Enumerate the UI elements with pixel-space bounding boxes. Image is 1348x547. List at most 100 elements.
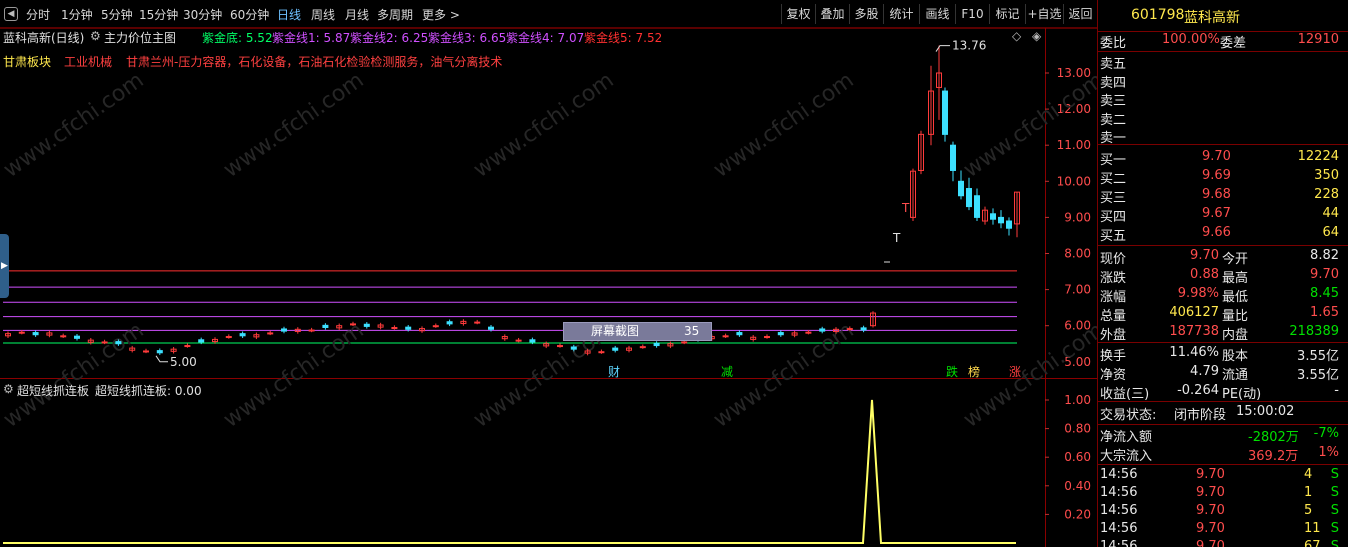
tab-fenshi[interactable]: 分时 [26, 6, 50, 23]
candle-body [570, 346, 577, 350]
trade-status-label: 交易状态: [1100, 408, 1157, 423]
buy-price: 9.66 [1202, 225, 1231, 240]
stat-value: 3.55亿 [1297, 349, 1339, 364]
indicator-settings-icon[interactable]: ⚙ [90, 29, 101, 43]
tick-volume: 67 [1304, 539, 1321, 547]
home-icon[interactable]: ◀ [4, 7, 18, 21]
stat-label: 股本 [1222, 349, 1249, 364]
candle-body [225, 336, 232, 339]
kline-canvas[interactable]: 13.0012.0011.0010.009.008.007.006.005.00… [0, 28, 1097, 547]
candle-body [18, 331, 25, 334]
tab-monthly[interactable]: 月线 [345, 6, 369, 23]
tool-f10[interactable]: F10 [955, 4, 989, 24]
y-tick-label: 10.00 [1057, 174, 1091, 188]
candle-body [990, 213, 996, 220]
candle-body [974, 195, 980, 218]
diamond-icon[interactable]: ◇ [1012, 29, 1021, 43]
y-tick-label: 9.00 [1064, 210, 1091, 224]
stat-value: 4.79 [1190, 364, 1219, 379]
stat-label: 换手 [1100, 349, 1127, 364]
tool-statistics[interactable]: 统计 [883, 4, 919, 24]
buy-level-label: 买四 [1100, 210, 1127, 225]
block-inflow-value: 369.2万 [1248, 449, 1299, 464]
watermark: www.cfchi.com [959, 68, 1097, 183]
candle-body [184, 345, 191, 348]
wei-bi-row: 委比 100.00% 委差 12910 [1098, 32, 1348, 51]
candle-body [998, 216, 1004, 224]
buy-level-row: 买二 9.69 350 [1098, 168, 1348, 187]
buy-volume: 12224 [1297, 149, 1339, 164]
net-inflow-pct: -7% [1313, 426, 1339, 441]
tick-volume: 4 [1304, 467, 1313, 482]
wei-cha-label: 委差 [1220, 36, 1247, 51]
sub-y-tick-label: 0.20 [1064, 507, 1091, 521]
tick-price: 9.70 [1196, 521, 1225, 536]
net-inflow-label: 净流入额 [1100, 430, 1153, 445]
block-inflow-label: 大宗流入 [1100, 449, 1153, 464]
quote-row: 外盘 187738 内盘 218389 [1098, 324, 1348, 343]
screenshot-number: 35 [684, 324, 700, 338]
candle-body [653, 342, 660, 347]
quote-label: 今开 [1222, 252, 1249, 267]
industry-label[interactable]: 工业机械 [64, 53, 112, 70]
sell-level-label: 卖五 [1100, 57, 1127, 72]
candle-body [598, 351, 605, 354]
tab-1min[interactable]: 1分钟 [61, 6, 93, 23]
tab-weekly[interactable]: 周线 [311, 6, 335, 23]
candle-body [860, 327, 867, 331]
tick-row: 14:56 9.70 11 S [1098, 521, 1348, 539]
quote-row: 涨跌 0.88 最高 9.70 [1098, 267, 1348, 286]
candle-body [966, 188, 972, 208]
tool-multi-stock[interactable]: 多股 [849, 4, 883, 24]
stats-row: 收益(三) -0.264 PE(动) - [1098, 383, 1348, 402]
tab-daily[interactable]: 日线 [277, 6, 301, 23]
tab-5min[interactable]: 5分钟 [101, 6, 133, 23]
divider [1098, 401, 1348, 402]
tab-15min[interactable]: 15分钟 [139, 6, 178, 23]
y-tick-label: 7.00 [1064, 283, 1091, 297]
low-label: 5.00 [170, 355, 197, 369]
tool-add-watchlist[interactable]: +自选 [1025, 4, 1063, 24]
candle-body [350, 323, 356, 326]
tab-more[interactable]: 更多 > [422, 6, 460, 23]
expand-panel-icon[interactable]: ▶ [0, 234, 9, 298]
buy-volume: 228 [1314, 187, 1339, 202]
tool-overlay[interactable]: 叠加 [815, 4, 849, 24]
candle-body [322, 324, 329, 329]
tick-time: 14:56 [1100, 521, 1138, 536]
sub-indicator-settings-icon[interactable]: ⚙ [3, 382, 14, 396]
quote-label: 总量 [1100, 309, 1127, 324]
concept-labels[interactable]: 甘肃兰州-压力容器，石化设备，石油石化检验检测服务，油气分离技术 [126, 53, 502, 70]
buy-level-label: 买三 [1100, 191, 1127, 206]
candle-body [115, 341, 122, 345]
divider [1098, 245, 1348, 246]
main-indicator-name[interactable]: 主力价位主图 [104, 29, 176, 46]
stat-label: 流通 [1222, 368, 1249, 383]
tick-side: S [1330, 503, 1339, 518]
quote-value: 218389 [1289, 324, 1339, 339]
sub-indicator-name[interactable]: 超短线抓连板 [17, 382, 89, 399]
expand-icon[interactable]: ◈ [1032, 29, 1041, 43]
tab-30min[interactable]: 30分钟 [183, 6, 222, 23]
buy-level-label: 买二 [1100, 172, 1127, 187]
candle-body [239, 333, 246, 337]
candle-body [557, 345, 563, 348]
event-mark-3: 榜 [968, 364, 980, 379]
tick-volume: 1 [1304, 485, 1313, 500]
trade-status-value: 闭市阶段 [1174, 408, 1227, 423]
tool-draw-line[interactable]: 画线 [919, 4, 955, 24]
sub-y-tick-label: 0.40 [1064, 479, 1091, 493]
tool-fuquan[interactable]: 复权 [781, 4, 815, 24]
quote-row: 涨幅 9.98% 最低 8.45 [1098, 286, 1348, 305]
wei-bi-value: 100.00% [1162, 32, 1220, 47]
sector-label[interactable]: 甘肃板块 [3, 53, 51, 70]
kline-chart[interactable]: 13.00 12.00 11.00 10.00 9.00 8.00 7.00 6.00 5.00… [0, 28, 1097, 547]
tab-60min[interactable]: 60分钟 [230, 6, 269, 23]
quote-label: 涨幅 [1100, 290, 1127, 305]
tool-mark[interactable]: 标记 [989, 4, 1025, 24]
tick-row: 14:56 9.70 4 S [1098, 467, 1348, 485]
tool-back[interactable]: 返回 [1063, 4, 1097, 24]
quote-label: 最低 [1222, 290, 1249, 305]
candle-body [1006, 220, 1012, 229]
tab-multi-period[interactable]: 多周期 [377, 6, 413, 23]
